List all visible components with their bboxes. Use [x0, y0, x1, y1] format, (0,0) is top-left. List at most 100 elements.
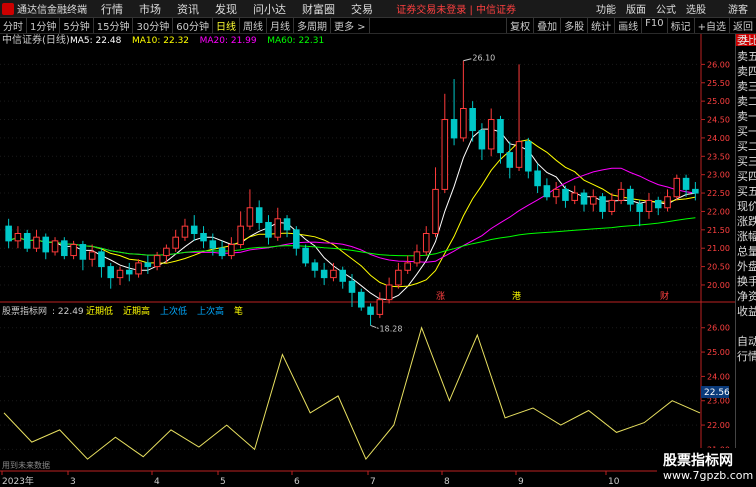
- price-tick-label: 24.00: [707, 134, 730, 143]
- menu-stock-pick[interactable]: 选股: [686, 1, 706, 16]
- event-marker: 港: [512, 290, 521, 302]
- period-5min[interactable]: 5分钟: [60, 18, 94, 33]
- sub-panel-value: : 22.49: [52, 307, 84, 317]
- zigzag-polyline: [3, 326, 701, 461]
- side-item-sell2: 卖二: [737, 95, 756, 108]
- candle-body: [228, 244, 235, 257]
- stock-label: 中信证券(日线): [2, 34, 70, 46]
- x-axis-label: 9: [518, 477, 524, 487]
- tool-mark[interactable]: 标记: [666, 18, 694, 33]
- menu-formula[interactable]: 公式: [656, 1, 676, 16]
- tool-add-watchlist[interactable]: +自选: [693, 18, 729, 33]
- tool-adjust[interactable]: 复权: [506, 18, 533, 33]
- menu-market-quotes[interactable]: 行情: [101, 1, 123, 17]
- menu-wealth[interactable]: 财富圈: [302, 1, 335, 17]
- candle-body: [246, 207, 254, 227]
- candle-body: [450, 119, 458, 139]
- menu-layout[interactable]: 版面: [626, 1, 646, 16]
- tool-draw[interactable]: 画线: [614, 18, 641, 33]
- period-15min[interactable]: 15分钟: [94, 18, 134, 33]
- event-marker: 财: [660, 290, 669, 302]
- quote-sidepanel: L 委比 卖五 卖四 卖三 卖二 卖一 买一 买二 买三 买四 买五 现价 涨跌…: [735, 34, 756, 487]
- side-item-outer: 外盘: [737, 260, 756, 273]
- candle-body: [599, 196, 606, 212]
- price-tick-label: 20.00: [707, 281, 730, 290]
- candle-body: [274, 218, 282, 238]
- candle-body: [302, 247, 309, 264]
- menu-function[interactable]: 功能: [596, 1, 616, 16]
- x-axis-label: 7: [370, 477, 376, 487]
- sub-legend-item: 近期高: [123, 305, 150, 317]
- event-marker: 涨: [436, 291, 445, 302]
- candle-body: [525, 141, 532, 172]
- side-item-sell5: 卖五: [737, 50, 756, 63]
- login-notice[interactable]: 证券交易未登录 | 中信证券: [396, 1, 516, 16]
- tool-overlay[interactable]: 叠加: [533, 18, 560, 33]
- candle-body: [61, 240, 68, 257]
- candle-body: [107, 266, 115, 279]
- price-tick-label: 23.00: [707, 171, 730, 180]
- tool-multi-stock[interactable]: 多股: [560, 18, 587, 33]
- side-item-quotes[interactable]: 行情: [737, 350, 756, 363]
- sub-panel-legend: 近期低 近期高 上次低 上次高笔: [86, 305, 243, 317]
- candle-body: [163, 247, 170, 257]
- side-item-buy2: 买二: [737, 140, 756, 153]
- candle-body: [125, 269, 133, 275]
- menu-discover[interactable]: 发现: [215, 1, 237, 17]
- period-monthly[interactable]: 月线: [267, 18, 294, 33]
- ma-label: MA60: 22.31: [267, 36, 324, 46]
- tool-f10[interactable]: F10: [641, 18, 666, 33]
- menubar: 通达信金融终端 行情 市场 资讯 发现 问小达 财富圈 交易 证券交易未登录 |…: [0, 0, 756, 18]
- candle-body: [571, 192, 579, 201]
- sub-tick-label: 24.00: [707, 372, 730, 381]
- sub-legend-item: 上次低: [160, 305, 187, 317]
- price-tick-label: 22.50: [707, 189, 730, 198]
- period-intraday[interactable]: 分时: [0, 18, 27, 33]
- side-item-buy1: 买一: [737, 125, 756, 138]
- tool-back[interactable]: 返回: [729, 18, 756, 33]
- menu-news[interactable]: 资讯: [177, 1, 199, 17]
- candle-body: [608, 199, 616, 212]
- candle-body: [395, 269, 402, 286]
- menu-ask[interactable]: 问小达: [253, 1, 286, 17]
- period-1min[interactable]: 1分钟: [27, 18, 61, 33]
- side-item-change-pct: 涨幅: [737, 230, 756, 243]
- candle-body: [255, 207, 263, 223]
- guest-user[interactable]: 游客: [728, 1, 748, 16]
- menu-trade[interactable]: 交易: [351, 1, 373, 17]
- menu-market[interactable]: 市场: [139, 1, 161, 17]
- kline-chart[interactable]: 中信证券(日线) MA5: 22.48 MA10: 22.32 MA20: 21.9…: [0, 34, 735, 487]
- candle-body: [478, 130, 486, 150]
- tool-statistics[interactable]: 统计: [587, 18, 614, 33]
- candle-body: [367, 306, 374, 315]
- period-more[interactable]: 更多 >: [331, 18, 370, 33]
- candle-body: [692, 188, 699, 194]
- candle-body: [14, 233, 22, 242]
- candle-body: [181, 225, 189, 238]
- candle-body: [589, 196, 597, 205]
- x-axis-label: 2023年: [2, 475, 34, 487]
- period-daily[interactable]: 日线: [213, 18, 240, 33]
- low-marker: 18.28: [380, 324, 403, 333]
- candle-body: [562, 188, 569, 201]
- side-item-auto[interactable]: 自动: [737, 335, 756, 348]
- candle-body: [51, 240, 59, 253]
- candle-body: [209, 240, 217, 249]
- zigzag-line: [3, 326, 701, 461]
- period-30min[interactable]: 30分钟: [133, 18, 174, 33]
- candle-body: [404, 262, 411, 271]
- side-item-sell4: 卖四: [737, 65, 756, 78]
- sub-legend-item: 笔: [234, 305, 243, 317]
- period-60min[interactable]: 60分钟: [173, 18, 213, 33]
- candle-body: [627, 188, 634, 205]
- side-item-sell1: 卖一: [737, 110, 756, 123]
- main-panel-bg: [0, 34, 735, 302]
- period-multi[interactable]: 多周期: [294, 18, 331, 33]
- candle-body: [265, 221, 272, 238]
- side-item-sell3: 卖三: [737, 80, 756, 93]
- period-weekly[interactable]: 周线: [240, 18, 267, 33]
- side-item-change: 涨跌: [737, 215, 756, 228]
- candle-body: [552, 188, 560, 198]
- price-tick-label: 25.00: [707, 97, 730, 106]
- candle-body: [682, 177, 690, 190]
